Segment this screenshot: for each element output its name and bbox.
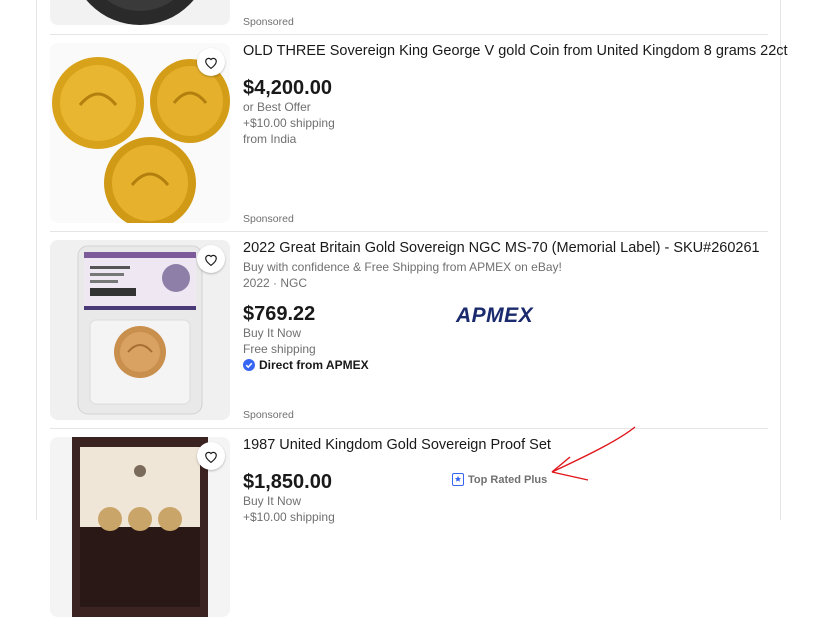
item-image[interactable] [50, 0, 230, 25]
shipping-label: +$10.00 shipping [243, 116, 335, 130]
item-price: $4,200.00 [243, 77, 332, 99]
listing-divider [50, 428, 768, 429]
item-price: $769.22 [243, 303, 316, 325]
sponsored-label: Sponsored [243, 213, 294, 225]
best-offer-label: or Best Offer [243, 100, 311, 114]
sponsored-label: Sponsored [243, 409, 294, 421]
verified-check-icon [243, 359, 255, 371]
annotation-arrow-icon [551, 426, 636, 481]
item-title[interactable]: OLD THREE Sovereign King George V gold C… [243, 43, 788, 59]
shipping-label: Free shipping [243, 342, 316, 356]
item-title[interactable]: 1987 United Kingdom Gold Sovereign Proof… [243, 437, 551, 453]
sponsored-label: Sponsored [243, 16, 294, 28]
listing-divider [50, 34, 768, 35]
shipping-label: +$10.00 shipping [243, 510, 335, 524]
item-price: $1,850.00 [243, 471, 332, 493]
top-rated-ribbon-icon [452, 473, 464, 486]
page-frame-right [780, 0, 781, 520]
seller-logo: APMEX [456, 304, 534, 327]
seller-name: Direct from APMEX [259, 358, 369, 372]
listing-item-0[interactable]: Sponsored [50, 0, 768, 30]
add-to-watchlist-button[interactable] [197, 48, 225, 76]
heart-icon [205, 57, 217, 69]
item-meta: 2022 · NGC [243, 276, 308, 290]
page-frame-left [36, 0, 37, 520]
listing-item-2[interactable]: 2022 Great Britain Gold Sovereign NGC MS… [50, 240, 768, 425]
buy-it-now-label: Buy It Now [243, 494, 302, 508]
listing-item-3[interactable]: 1987 United Kingdom Gold Sovereign Proof… [50, 437, 768, 617]
listing-divider [50, 231, 768, 232]
buy-it-now-label: Buy It Now [243, 326, 302, 340]
heart-icon [205, 254, 217, 266]
origin-label: from India [243, 132, 297, 146]
add-to-watchlist-button[interactable] [197, 245, 225, 273]
heart-icon [205, 451, 217, 463]
add-to-watchlist-button[interactable] [197, 442, 225, 470]
top-rated-label: Top Rated Plus [468, 473, 548, 486]
item-subtitle: Buy with confidence & Free Shipping from… [243, 260, 562, 274]
listing-item-1[interactable]: OLD THREE Sovereign King George V gold C… [50, 43, 788, 228]
item-title[interactable]: 2022 Great Britain Gold Sovereign NGC MS… [243, 240, 760, 256]
seller-label: Direct from APMEX [243, 358, 369, 372]
top-rated-badge: Top Rated Plus [452, 473, 547, 486]
